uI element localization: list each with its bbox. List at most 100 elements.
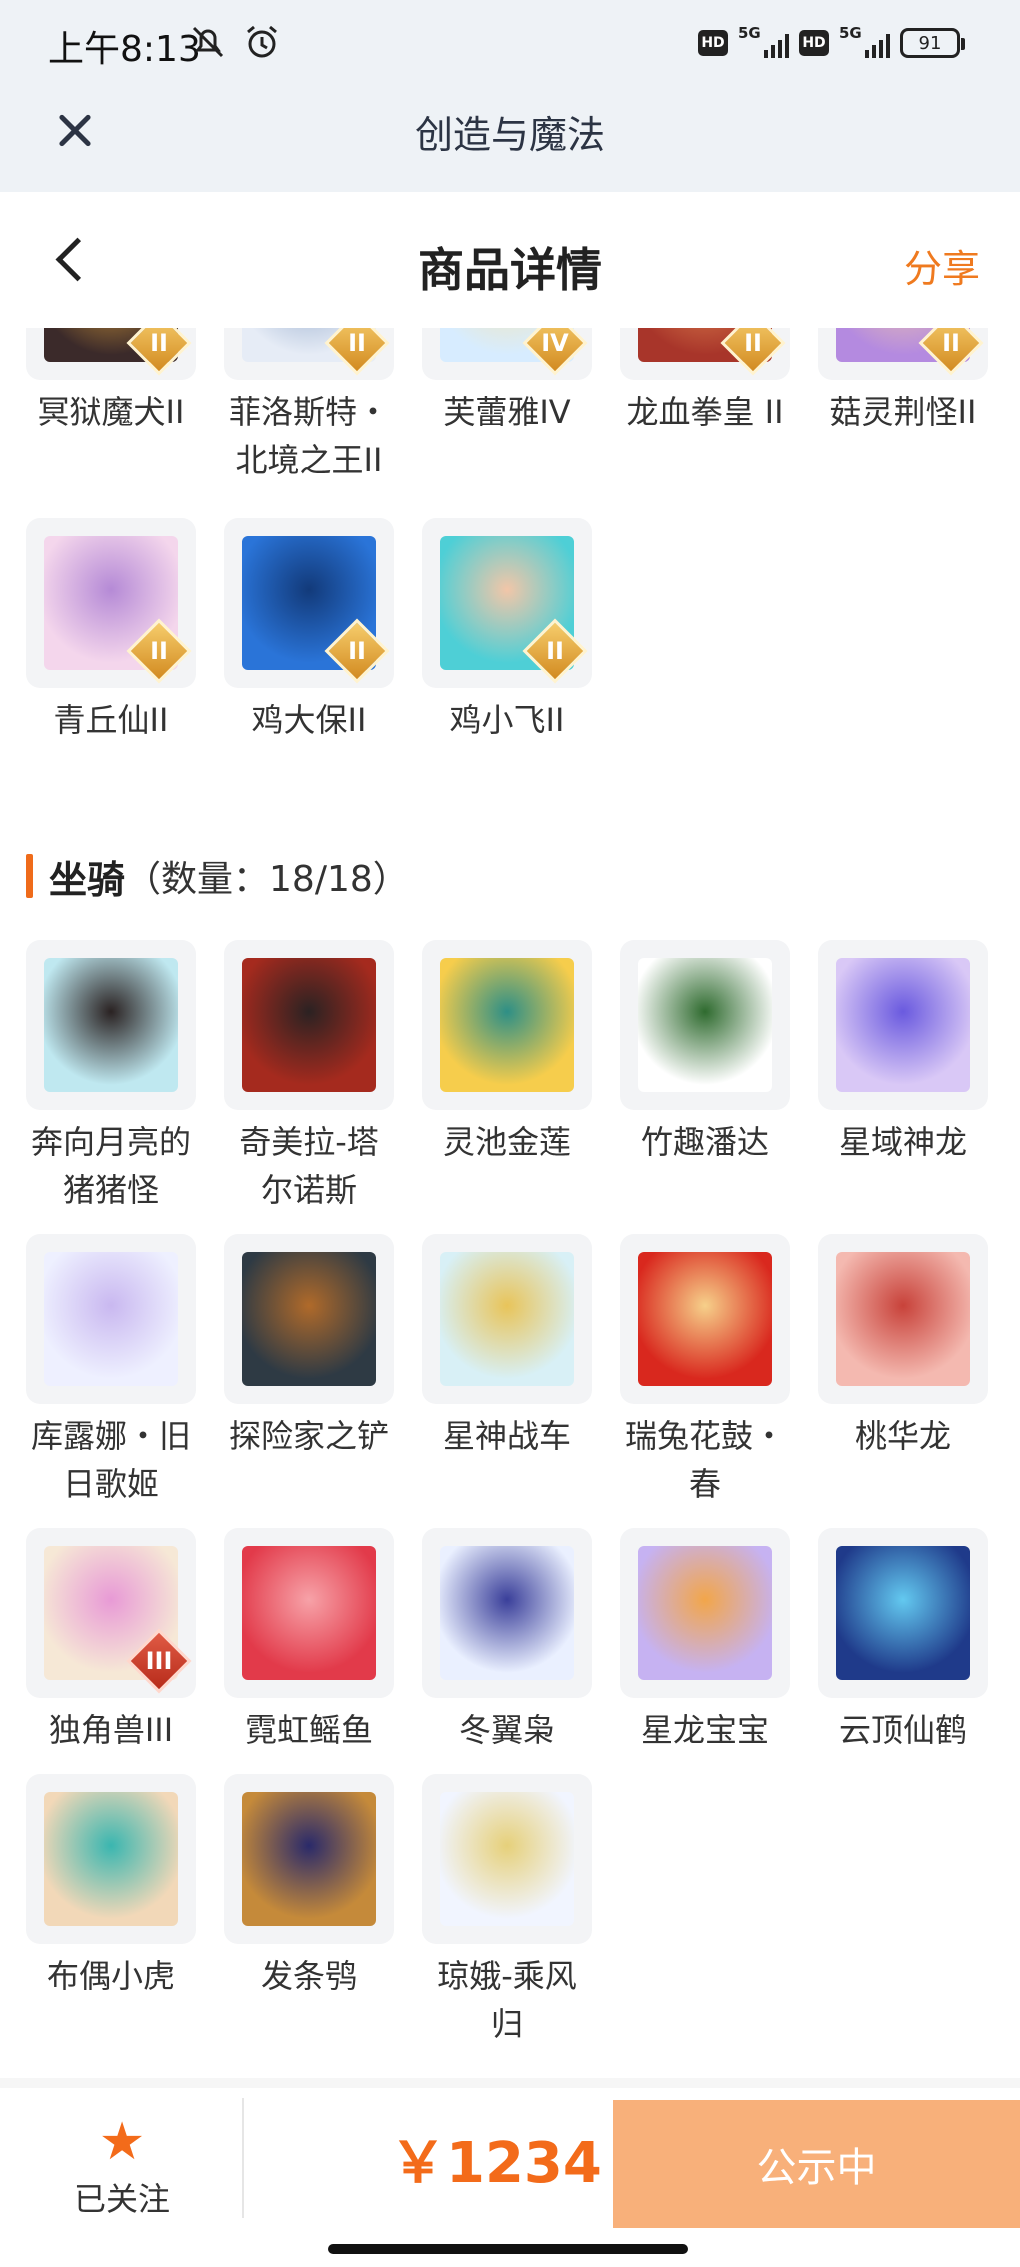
- item-name: 冬翼枭: [458, 1711, 555, 1749]
- item-name: 冥狱魔犬II: [37, 393, 185, 431]
- grid-item[interactable]: III 独角兽III: [26, 1528, 196, 1754]
- battery-level: 91: [918, 32, 942, 54]
- item-name: 桃华龙: [854, 1417, 951, 1455]
- grid-item[interactable]: II 鸡小飞II: [422, 518, 592, 744]
- item-name: 瑞兔花鼓・春: [624, 1417, 785, 1503]
- item-name: 琼娥-乘风归: [437, 1957, 577, 2043]
- item-thumbnail: [26, 1234, 196, 1404]
- item-name: 星域神龙: [838, 1123, 967, 1161]
- grid-item[interactable]: 奔向月亮的猪猪怪: [26, 940, 196, 1214]
- mounts-grid: 奔向月亮的猪猪怪 奇美拉-塔尔诺斯 灵池金莲 竹趣潘达 星域神龙库露娜・旧日歌姬 探险家之…: [26, 940, 1016, 2048]
- bottom-divider: [0, 2078, 1020, 2088]
- grid-item[interactable]: 竹趣潘达: [620, 940, 790, 1214]
- item-name: 菇灵荆怪II: [829, 393, 977, 431]
- item-thumbnail: [224, 1234, 394, 1404]
- item-image: [440, 1252, 574, 1386]
- tier-label: II: [348, 637, 366, 665]
- grid-item[interactable]: 星域神龙: [818, 940, 988, 1214]
- grid-item[interactable]: II 龙血拳皇 II: [620, 328, 790, 484]
- status-button[interactable]: 公示中: [613, 2100, 1020, 2228]
- grid-item[interactable]: 云顶仙鹤: [818, 1528, 988, 1754]
- pets-grid: II 冥狱魔犬II II 菲洛斯特・北境之王II IV 芙蕾雅IV II 龙血拳皇 II II 菇…: [26, 328, 1016, 744]
- section-header-mounts: 坐骑 （数量：18/18）: [26, 852, 409, 902]
- grid-item[interactable]: 冬翼枭: [422, 1528, 592, 1754]
- tier-label: II: [744, 329, 762, 357]
- item-name: 探险家之铲: [228, 1417, 389, 1455]
- item-name: 奇美拉-塔尔诺斯: [239, 1123, 379, 1209]
- follow-button[interactable]: ★ 已关注: [60, 2116, 184, 2220]
- battery-icon: 91: [900, 28, 965, 58]
- item-name: 青丘仙II: [53, 701, 169, 739]
- item-image: [44, 1792, 178, 1926]
- item-thumbnail: [818, 1528, 988, 1698]
- item-thumbnail: [620, 1528, 790, 1698]
- grid-item[interactable]: II 菲洛斯特・北境之王II: [224, 328, 394, 484]
- item-thumbnail: II: [26, 518, 196, 688]
- item-thumbnail: II: [224, 328, 394, 380]
- item-name: 发条鸮: [260, 1957, 357, 1995]
- grid-item[interactable]: 桃华龙: [818, 1234, 988, 1508]
- item-image: [242, 1252, 376, 1386]
- grid-item[interactable]: 灵池金莲: [422, 940, 592, 1214]
- item-name: 奔向月亮的猪猪怪: [30, 1123, 191, 1209]
- tier-label: III: [145, 1647, 173, 1675]
- grid-item[interactable]: II 青丘仙II: [26, 518, 196, 744]
- item-image: [638, 958, 772, 1092]
- alarm-icon: [247, 25, 277, 58]
- network-label: 5G: [839, 24, 862, 42]
- signal-icon: 5G: [738, 24, 789, 58]
- item-name: 鸡大保II: [251, 701, 367, 739]
- section-accent-bar: [26, 854, 33, 898]
- item-thumbnail: [620, 1234, 790, 1404]
- page-header: 商品详情 分享: [0, 192, 1020, 328]
- grid-item[interactable]: 探险家之铲: [224, 1234, 394, 1508]
- grid-item[interactable]: II 菇灵荆怪II: [818, 328, 988, 484]
- grid-item[interactable]: II 冥狱魔犬II: [26, 328, 196, 484]
- item-name: 星龙宝宝: [640, 1711, 769, 1749]
- item-image: [44, 958, 178, 1092]
- star-icon: ★: [98, 2112, 146, 2172]
- item-name: 菲洛斯特・北境之王II: [228, 393, 389, 479]
- follow-label: 已关注: [73, 2180, 170, 2218]
- tier-label: II: [150, 637, 168, 665]
- signal-icon: 5G: [839, 24, 890, 58]
- item-image: [836, 1546, 970, 1680]
- grid-item[interactable]: 星神战车: [422, 1234, 592, 1508]
- item-name: 星神战车: [442, 1417, 571, 1455]
- item-name: 灵池金莲: [442, 1123, 571, 1161]
- grid-item[interactable]: 奇美拉-塔尔诺斯: [224, 940, 394, 1214]
- item-image: [638, 1546, 772, 1680]
- status-icons-left: [188, 22, 282, 62]
- mute-icon: [192, 26, 224, 58]
- item-thumbnail: IV: [422, 328, 592, 380]
- page-title: 商品详情: [418, 243, 602, 297]
- item-image: [836, 958, 970, 1092]
- item-name: 霓虹鳐鱼: [244, 1711, 373, 1749]
- network-label: 5G: [738, 24, 761, 42]
- item-image: [440, 1792, 574, 1926]
- grid-item[interactable]: 霓虹鳐鱼: [224, 1528, 394, 1754]
- content-scroll[interactable]: II 冥狱魔犬II II 菲洛斯特・北境之王II IV 芙蕾雅IV II 龙血拳皇 II II 菇…: [0, 328, 1020, 2078]
- grid-item[interactable]: 布偶小虎: [26, 1774, 196, 2048]
- item-thumbnail: [26, 1774, 196, 1944]
- item-thumbnail: [620, 940, 790, 1110]
- grid-item[interactable]: 琼娥-乘风归: [422, 1774, 592, 2048]
- grid-item[interactable]: 发条鸮: [224, 1774, 394, 2048]
- item-image: [440, 1546, 574, 1680]
- item-thumbnail: [26, 940, 196, 1110]
- grid-item[interactable]: 库露娜・旧日歌姬: [26, 1234, 196, 1508]
- home-indicator[interactable]: [328, 2244, 688, 2254]
- status-time: 上午8:13: [48, 29, 201, 70]
- item-image: [242, 1792, 376, 1926]
- tier-label: II: [942, 329, 960, 357]
- tier-label: IV: [541, 329, 569, 357]
- item-thumbnail: [224, 1528, 394, 1698]
- grid-item[interactable]: II 鸡大保II: [224, 518, 394, 744]
- grid-item[interactable]: 星龙宝宝: [620, 1528, 790, 1754]
- grid-item[interactable]: IV 芙蕾雅IV: [422, 328, 592, 484]
- item-thumbnail: III: [26, 1528, 196, 1698]
- top-area: 上午8:13 HD 5G HD 5G 91 创造与魔法: [0, 0, 1020, 192]
- grid-item[interactable]: 瑞兔花鼓・春: [620, 1234, 790, 1508]
- tier-label: II: [348, 329, 366, 357]
- share-button[interactable]: 分享: [904, 238, 980, 293]
